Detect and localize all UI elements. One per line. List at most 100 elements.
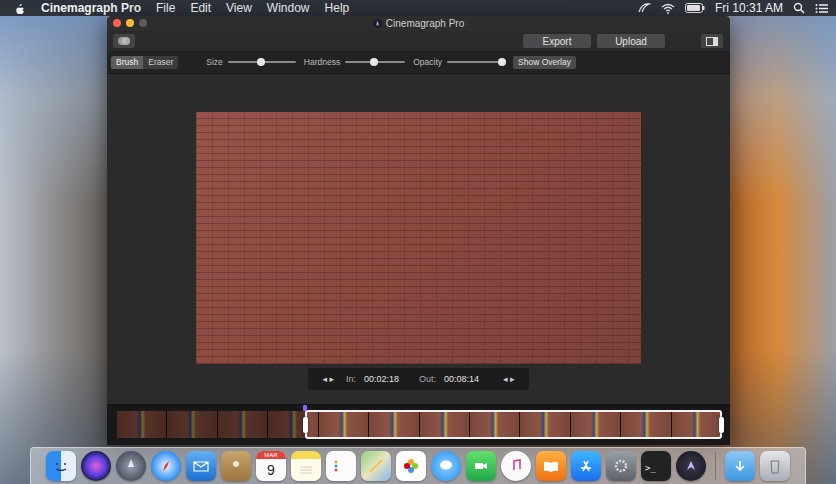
launchpad-icon[interactable] (116, 451, 146, 481)
mask-button[interactable] (113, 34, 135, 48)
ibooks-icon[interactable] (536, 451, 566, 481)
slider-group: Size (206, 57, 296, 67)
in-time[interactable]: 00:02:18 (364, 374, 399, 384)
battery-icon[interactable] (685, 3, 705, 13)
glyph-icon (51, 456, 71, 476)
film-frame (672, 411, 722, 438)
sidebar-toggle-button[interactable] (701, 34, 723, 48)
slider-track[interactable] (228, 61, 296, 63)
tool-segment[interactable]: Eraser (143, 56, 178, 69)
brush-settings-bar: BrushEraser Size Hardness Opacity Show Overl… (107, 51, 730, 74)
notification-list-icon[interactable] (815, 3, 828, 14)
glyph-icon (121, 456, 141, 476)
export-button[interactable]: Export (523, 34, 591, 48)
filmstrip[interactable] (117, 411, 722, 438)
wifi-icon[interactable] (661, 3, 675, 14)
canvas: ◂ ▸ In: 00:02:18 Out: 00:08:14 ◂ ▸ (107, 74, 730, 404)
desktop: Cinemagraph ProFileEditViewWindowHelpFri… (0, 0, 836, 484)
photos-icon[interactable] (396, 451, 426, 481)
slider-group: Opacity (413, 57, 505, 67)
notes-icon[interactable] (291, 451, 321, 481)
glyph-icon (611, 456, 631, 476)
glyph-icon (436, 456, 456, 476)
downloads-icon[interactable] (725, 451, 755, 481)
reminders-icon[interactable] (326, 451, 356, 481)
terminal-icon[interactable]: >_ (641, 451, 671, 481)
app-icon (373, 19, 382, 28)
film-frame (520, 411, 570, 438)
slider-knob[interactable] (498, 58, 506, 66)
calendar-month: MAR (256, 451, 286, 459)
maps-icon[interactable] (361, 451, 391, 481)
siri-icon[interactable] (81, 451, 111, 481)
playhead[interactable] (303, 405, 307, 411)
menu-item[interactable]: File (156, 0, 175, 16)
glyph-icon (765, 456, 785, 476)
mail-icon[interactable] (186, 451, 216, 481)
slider-track[interactable] (345, 61, 405, 63)
glyph-icon (191, 456, 211, 476)
film-frame (621, 411, 671, 438)
in-label: In: (346, 374, 356, 384)
out-handle[interactable] (719, 417, 724, 433)
safari-icon[interactable] (151, 451, 181, 481)
calendar-icon[interactable]: MAR9 (256, 451, 286, 481)
menu-item[interactable]: View (226, 0, 252, 16)
sidebar-icon (706, 37, 718, 46)
glyph-icon (366, 456, 386, 476)
slider-label: Hardness (304, 57, 340, 67)
tool-segment[interactable]: Brush (111, 56, 143, 69)
search-icon[interactable] (793, 2, 805, 14)
glyph-icon (296, 456, 316, 476)
messages-icon[interactable] (431, 451, 461, 481)
facetime-icon[interactable] (466, 451, 496, 481)
show-overlay-button[interactable]: Show Overlay (513, 56, 576, 69)
minimize-button[interactable] (126, 19, 134, 27)
in-handle[interactable] (303, 417, 308, 433)
glyph-icon (681, 456, 701, 476)
glyph-icon (576, 456, 596, 476)
out-label: Out: (419, 374, 436, 384)
cinemagraph-icon[interactable] (676, 451, 706, 481)
zoom-button (139, 19, 147, 27)
out-time[interactable]: 00:08:14 (444, 374, 479, 384)
apple-icon[interactable] (14, 2, 26, 15)
trash-icon[interactable] (760, 451, 790, 481)
desktop-area: Cinemagraph Pro Export Upload BrushEraser Si… (0, 16, 836, 484)
film-frame (319, 411, 369, 438)
glyph-icon (331, 456, 351, 476)
app-store-icon[interactable] (571, 451, 601, 481)
menu-item[interactable]: Window (267, 0, 310, 16)
title-bar[interactable]: Cinemagraph Pro (107, 16, 730, 31)
slider-knob[interactable] (370, 58, 378, 66)
glyph-icon (541, 456, 561, 476)
out-nav[interactable]: ◂ ▸ (503, 374, 515, 384)
menu-item[interactable]: Help (325, 0, 350, 16)
upload-button[interactable]: Upload (597, 34, 665, 48)
itunes-icon[interactable] (501, 451, 531, 481)
selection-range[interactable] (305, 410, 722, 439)
slider-label: Opacity (413, 57, 442, 67)
dock: MAR9 >_ (30, 447, 806, 484)
calendar-day: 9 (267, 459, 275, 481)
timeline (107, 404, 730, 445)
dock-separator (715, 452, 716, 480)
system-preferences-icon[interactable] (606, 451, 636, 481)
unselected-range (117, 411, 305, 438)
contacts-icon[interactable] (221, 451, 251, 481)
slider-group: Hardness (304, 57, 405, 67)
menu-item[interactable]: Edit (190, 0, 211, 16)
menu-bar: Cinemagraph Pro File Edit View Window Help Fri… (0, 0, 836, 16)
clock[interactable]: Fri 10:31 AM (715, 0, 783, 16)
terminal-prompt: >_ (645, 463, 656, 473)
video-frame[interactable] (196, 112, 641, 364)
in-nav[interactable]: ◂ ▸ (322, 374, 334, 384)
script-icon[interactable] (637, 2, 651, 14)
close-button[interactable] (113, 19, 121, 27)
glyph-icon (471, 456, 491, 476)
slider-label: Size (206, 57, 223, 67)
app-menu[interactable]: Cinemagraph Pro (41, 0, 141, 16)
slider-track[interactable] (447, 61, 505, 63)
finder-icon[interactable] (46, 451, 76, 481)
slider-knob[interactable] (257, 58, 265, 66)
